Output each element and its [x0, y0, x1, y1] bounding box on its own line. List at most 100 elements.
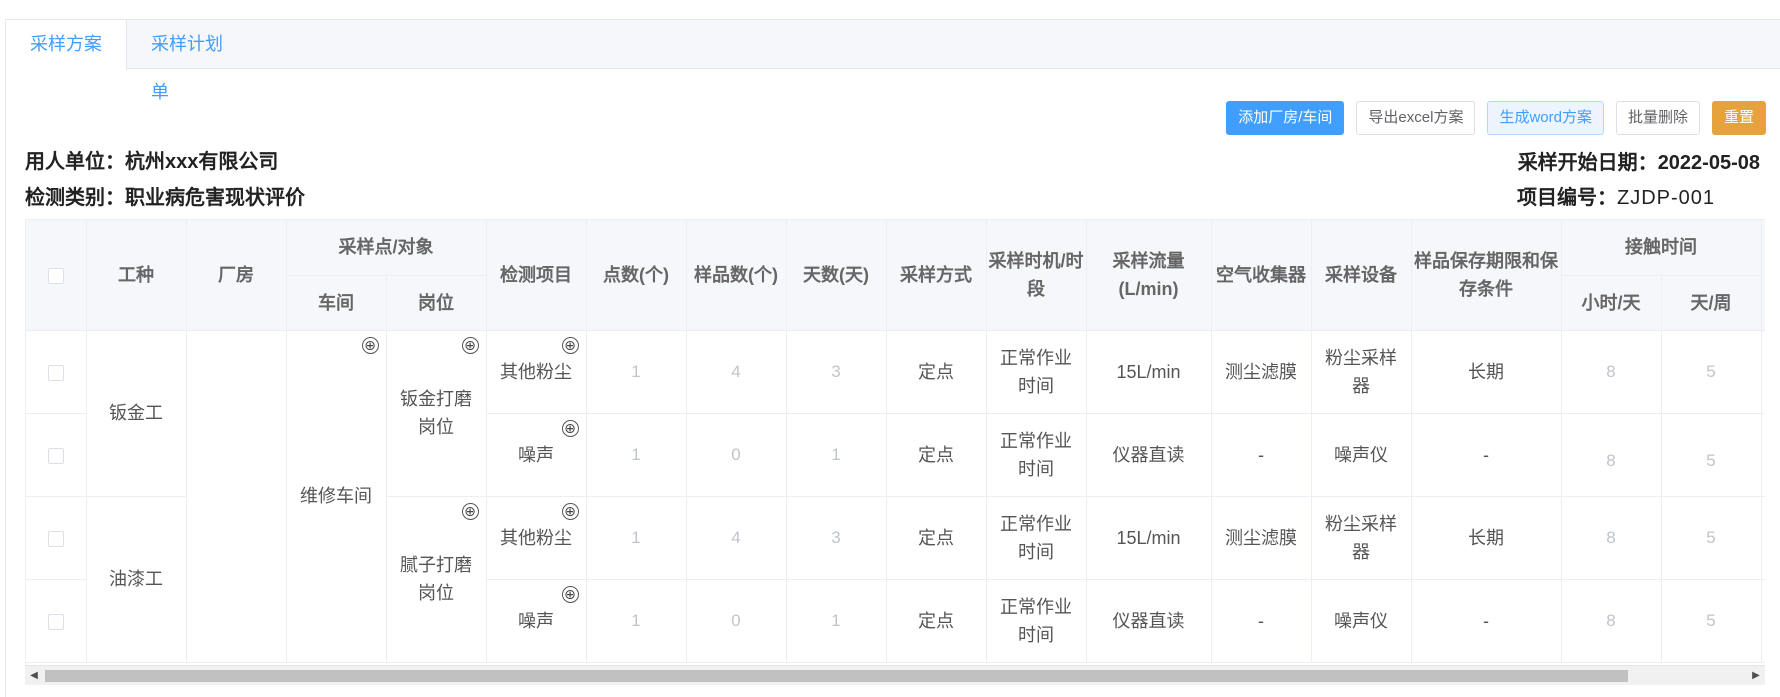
post-name: 腻子打磨岗位: [400, 555, 472, 603]
points-cell: 1: [586, 330, 687, 414]
collector-cell: -: [1211, 413, 1312, 497]
timing-cell: 正常作业时间: [986, 330, 1087, 414]
row-checkbox[interactable]: [47, 447, 64, 464]
method-cell: 定点: [886, 413, 987, 497]
horizontal-scrollbar[interactable]: ◀ ▶: [25, 665, 1765, 685]
item-cell: ⊕ 噪声: [486, 413, 587, 497]
header-equipment: 采样设备: [1311, 220, 1412, 331]
tab-bar: 采样方案 采样计划单: [6, 20, 1780, 102]
hours-day-cell: 8: [1561, 579, 1662, 663]
header-hours-day: 小时/天: [1561, 275, 1662, 331]
tab-sampling-schedule[interactable]: 采样计划单: [127, 20, 257, 102]
flow-cell: 15L/min: [1086, 330, 1212, 414]
employer-value: 杭州xxx有限公司: [125, 151, 279, 173]
method-cell: 定点: [886, 579, 987, 663]
start-date-value: 2022-05-08: [1657, 152, 1760, 174]
header-contact-group: 接触时间: [1561, 220, 1762, 276]
workshop-name: 维修车间: [300, 486, 372, 506]
item-cell: ⊕ 其他粉尘: [486, 496, 587, 580]
plant-cell: [186, 330, 287, 663]
timing-cell: 正常作业时间: [986, 496, 1087, 580]
timing-cell: 正常作业时间: [986, 579, 1087, 663]
add-item-icon[interactable]: ⊕: [561, 585, 579, 603]
samples-cell: 4: [686, 330, 787, 414]
workshop-cell: ⊕ 维修车间: [286, 330, 387, 663]
batch-delete-button[interactable]: 批量删除: [1615, 101, 1700, 135]
scrollbar-thumb[interactable]: [45, 670, 1628, 682]
samples-cell: 0: [686, 579, 787, 663]
points-cell: 1: [586, 496, 687, 580]
employer-info: 用人单位：杭州xxx有限公司: [25, 145, 278, 174]
project-code-value: ZJDP-001: [1617, 187, 1716, 209]
header-days: 天数(天): [786, 220, 887, 331]
days-cell: 1: [786, 579, 887, 663]
header-point-group: 采样点/对象: [286, 220, 487, 276]
add-item-icon[interactable]: ⊕: [561, 419, 579, 437]
storage-cell: -: [1411, 413, 1562, 497]
timing-cell: 正常作业时间: [986, 413, 1087, 497]
equipment-cell: 粉尘采样器: [1311, 496, 1412, 580]
add-workshop-icon[interactable]: ⊕: [361, 336, 379, 354]
post-cell: ⊕ 腻子打磨岗位: [386, 496, 487, 663]
add-item-icon[interactable]: ⊕: [561, 336, 579, 354]
project-code-label: 项目编号：: [1517, 187, 1617, 209]
equipment-cell: 噪声仪: [1311, 579, 1412, 663]
scroll-left-icon[interactable]: ◀: [25, 666, 43, 686]
storage-cell: 长期: [1411, 330, 1562, 414]
header-storage: 样品保存期限和保存条件: [1411, 220, 1562, 331]
hours-day-cell: 8: [1561, 330, 1662, 414]
collector-cell: -: [1211, 579, 1312, 663]
days-cell: 1: [786, 413, 887, 497]
row-checkbox[interactable]: [47, 364, 64, 381]
add-post-icon[interactable]: ⊕: [461, 502, 479, 520]
flow-cell: 仪器直读: [1086, 579, 1212, 663]
method-cell: 定点: [886, 330, 987, 414]
flow-cell: 15L/min: [1086, 496, 1212, 580]
storage-cell: -: [1411, 579, 1562, 663]
header-flow: 采样流量(L/min): [1086, 220, 1212, 331]
days-week-cell: 5: [1661, 330, 1762, 414]
overflow-cell: [1761, 413, 1765, 497]
item-cell: ⊕ 噪声: [486, 579, 587, 663]
days-week-cell: 5: [1661, 579, 1762, 663]
item-name: 其他粉尘: [500, 361, 573, 382]
project-code-info: 项目编号：ZJDP-001: [1517, 181, 1715, 210]
generate-word-button[interactable]: 生成word方案: [1487, 101, 1604, 135]
row-checkbox[interactable]: [47, 530, 64, 547]
select-all-cell: [26, 220, 87, 331]
item-name: 其他粉尘: [500, 527, 573, 548]
select-all-checkbox[interactable]: [47, 268, 64, 284]
days-week-cell: 5: [1661, 496, 1762, 580]
row-checkbox[interactable]: [47, 613, 64, 630]
add-item-icon[interactable]: ⊕: [561, 502, 579, 520]
add-workshop-button[interactable]: 添加厂房/车间: [1226, 101, 1345, 135]
start-date-label: 采样开始日期：: [1517, 152, 1658, 174]
overflow-cell: [1761, 496, 1765, 580]
row-select-cell: [26, 413, 87, 497]
reset-button[interactable]: 重置: [1711, 101, 1766, 135]
tab-sampling-plan[interactable]: 采样方案: [6, 20, 127, 70]
item-name: 噪声: [518, 610, 555, 631]
header-method: 采样方式: [886, 220, 987, 331]
header-days-week: 天/周: [1661, 275, 1762, 331]
add-post-icon[interactable]: ⊕: [461, 336, 479, 354]
header-item: 检测项目: [486, 220, 587, 331]
flow-cell: 仪器直读: [1086, 413, 1212, 497]
hours-day-cell: 8: [1561, 496, 1662, 580]
detection-type-label: 检测类别：: [25, 187, 125, 209]
days-cell: 3: [786, 496, 887, 580]
scroll-right-icon[interactable]: ▶: [1747, 666, 1765, 686]
days-cell: 3: [786, 330, 887, 414]
days-week-cell: 5: [1661, 413, 1762, 497]
header-timing: 采样时机/时段: [986, 220, 1087, 331]
header-post: 岗位: [386, 275, 487, 331]
header-overflow: [1761, 220, 1765, 331]
method-cell: 定点: [886, 496, 987, 580]
detection-type-info: 检测类别：职业病危害现状评价: [25, 181, 305, 210]
item-cell: ⊕ 其他粉尘: [486, 330, 587, 414]
export-excel-button[interactable]: 导出excel方案: [1356, 101, 1476, 135]
table-row: 钣金工 ⊕ 维修车间 ⊕ 钣金打磨岗位 ⊕ 其他粉尘 1 4 3 定点 正常作业…: [26, 330, 1765, 663]
equipment-cell: 粉尘采样器: [1311, 330, 1412, 414]
header-collector: 空气收集器: [1211, 220, 1312, 331]
item-name: 噪声: [518, 444, 555, 465]
